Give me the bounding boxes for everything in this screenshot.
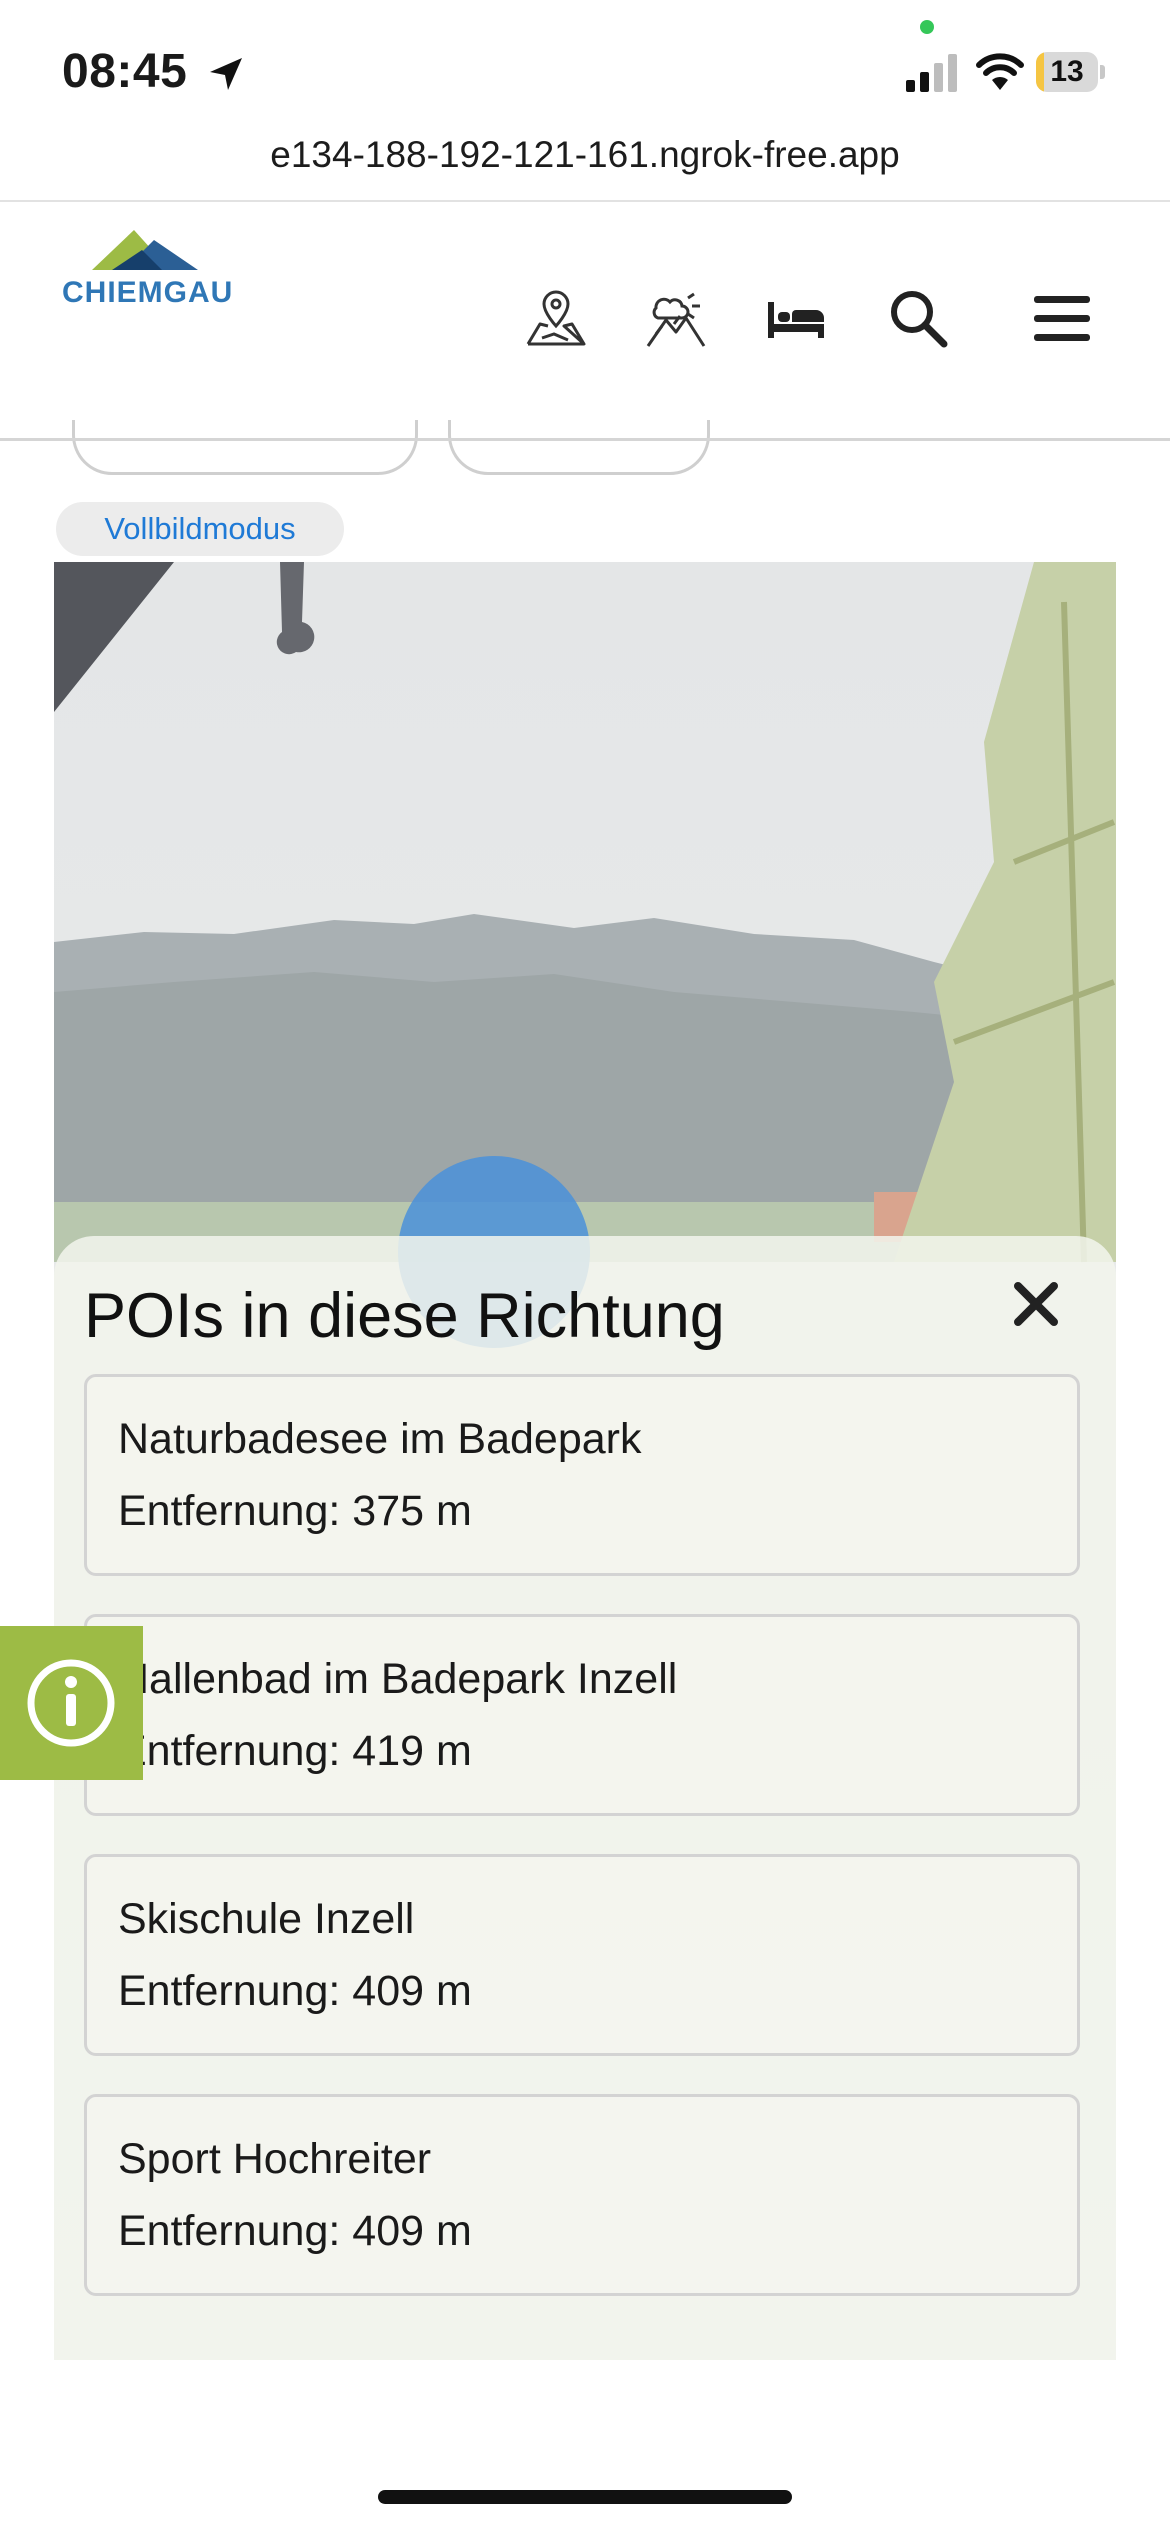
poi-name: Naturbadesee im Badepark: [118, 1415, 642, 1463]
weather-mountain-icon[interactable]: [644, 288, 708, 348]
map-location-icon[interactable]: [524, 288, 588, 348]
poi-name: Skischule Inzell: [118, 1895, 415, 1943]
poi-name: Hallenbad im Badepark Inzell: [118, 1655, 678, 1703]
poi-panel-title: POIs in diese Richtung: [84, 1281, 725, 1351]
info-button[interactable]: [0, 1626, 143, 1780]
poi-distance: Entfernung: 409 m: [118, 2207, 472, 2255]
chiemgau-logo[interactable]: [62, 226, 212, 274]
info-icon: [27, 1659, 115, 1747]
poi-distance: Entfernung: 409 m: [118, 1967, 472, 2015]
site-header: CHIEMGAU: [0, 202, 1170, 440]
poi-panel: POIs in diese Richtung Naturbadesee im B…: [54, 1236, 1116, 2360]
cellular-signal-icon: [906, 54, 957, 92]
close-icon[interactable]: [1008, 1276, 1064, 1332]
camera-in-use-indicator: [920, 20, 934, 34]
poi-name: Sport Hochreiter: [118, 2135, 432, 2183]
poi-distance: Entfernung: 375 m: [118, 1487, 472, 1535]
filter-pill[interactable]: [72, 420, 418, 475]
header-divider: [0, 438, 1170, 441]
logo-wordmark: CHIEMGAU: [62, 276, 234, 309]
poi-item[interactable]: Naturbadesee im Badepark Entfernung: 375…: [84, 1374, 1080, 1576]
fullscreen-button[interactable]: Vollbildmodus: [56, 502, 344, 556]
battery-icon: 13: [1036, 52, 1106, 92]
clock: 08:45: [62, 45, 188, 98]
poi-distance: Entfernung: 419 m: [118, 1727, 472, 1775]
status-bar: 08:45 13 e134-188-192-121-161.ngrok-free…: [0, 0, 1170, 202]
poi-item[interactable]: Sport Hochreiter Entfernung: 409 m: [84, 2094, 1080, 2296]
location-arrow-icon: [210, 58, 242, 90]
menu-icon[interactable]: [1032, 288, 1092, 348]
poi-item[interactable]: Hallenbad im Badepark Inzell Entfernung:…: [84, 1614, 1080, 1816]
wifi-icon: [976, 53, 1024, 90]
bed-icon[interactable]: [766, 288, 826, 348]
search-icon[interactable]: [888, 288, 948, 348]
poi-item[interactable]: Skischule Inzell Entfernung: 409 m: [84, 1854, 1080, 2056]
battery-level: 13: [1050, 55, 1084, 88]
address-bar-url[interactable]: e134-188-192-121-161.ngrok-free.app: [0, 134, 1170, 176]
home-indicator[interactable]: [378, 2490, 792, 2504]
filter-pill[interactable]: [448, 420, 710, 475]
